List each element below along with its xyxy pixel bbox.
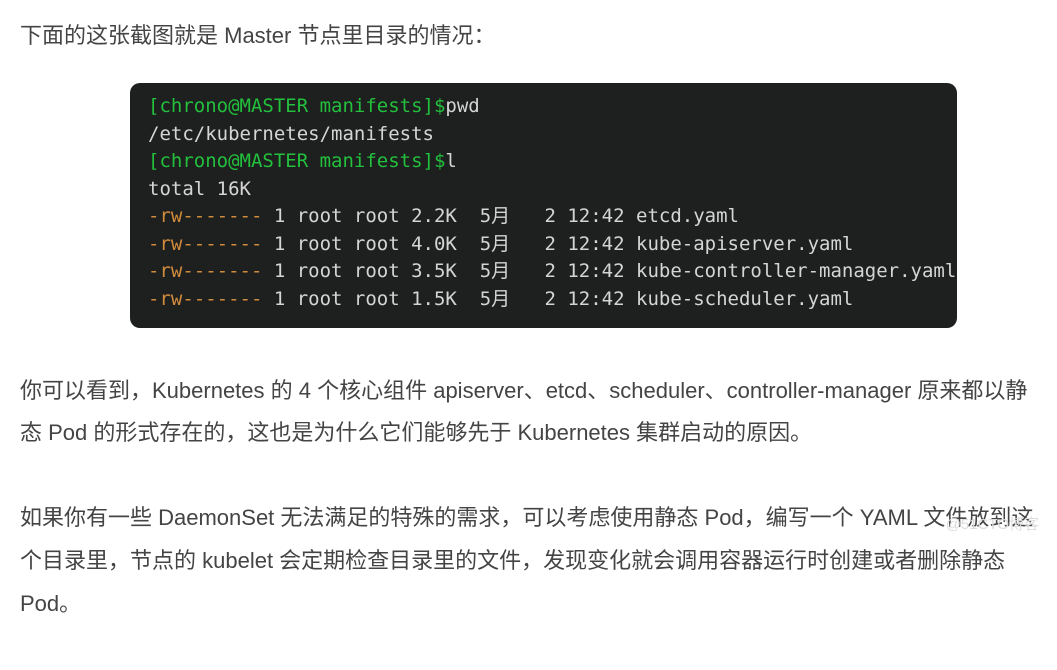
command: l xyxy=(445,150,456,172)
file-row: -rw------- 1 root root 3.5K 5月 2 12:42 k… xyxy=(148,258,939,286)
prompt: [chrono@MASTER manifests]$ xyxy=(148,150,445,172)
body-paragraph: 你可以看到，Kubernetes 的 4 个核心组件 apiserver、etc… xyxy=(20,370,1037,456)
terminal-screenshot: [chrono@MASTER manifests]$pwd /etc/kuber… xyxy=(130,83,957,327)
file-perm: -rw------- xyxy=(148,260,262,282)
file-perm: -rw------- xyxy=(148,288,262,310)
terminal-line: [chrono@MASTER manifests]$pwd xyxy=(148,93,939,121)
file-row: -rw------- 1 root root 2.2K 5月 2 12:42 e… xyxy=(148,203,939,231)
file-detail: 1 root root 2.2K 5月 2 12:42 etcd.yaml xyxy=(262,205,739,227)
body-paragraph: 如果你有一些 DaemonSet 无法满足的特殊的需求，可以考虑使用静态 Pod… xyxy=(20,497,1037,626)
prompt: [chrono@MASTER manifests]$ xyxy=(148,95,445,117)
file-detail: 1 root root 4.0K 5月 2 12:42 kube-apiserv… xyxy=(262,233,853,255)
file-detail: 1 root root 3.5K 5月 2 12:42 kube-control… xyxy=(262,260,956,282)
file-perm: -rw------- xyxy=(148,205,262,227)
file-detail: 1 root root 1.5K 5月 2 12:42 kube-schedul… xyxy=(262,288,853,310)
terminal-output: total 16K xyxy=(148,176,939,204)
file-perm: -rw------- xyxy=(148,233,262,255)
watermark-text: @51CTO博客 xyxy=(946,513,1039,534)
file-row: -rw------- 1 root root 4.0K 5月 2 12:42 k… xyxy=(148,231,939,259)
terminal-output: /etc/kubernetes/manifests xyxy=(148,121,939,149)
terminal-line: [chrono@MASTER manifests]$l xyxy=(148,148,939,176)
command: pwd xyxy=(445,95,479,117)
intro-text: 下面的这张截图就是 Master 节点里目录的情况： xyxy=(20,18,1037,53)
file-row: -rw------- 1 root root 1.5K 5月 2 12:42 k… xyxy=(148,286,939,314)
